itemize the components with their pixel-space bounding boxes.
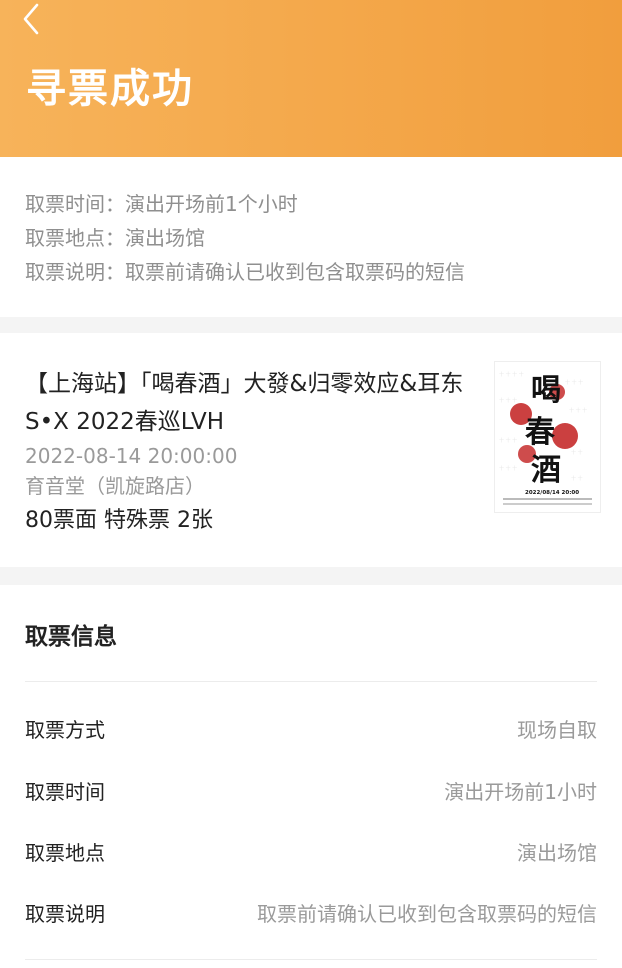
divider [25,681,597,682]
info-row-method: 取票方式 现场自取 [25,713,597,743]
poster-art: 十 十 十 十 十 十 十 十 十 十 十 十 十 十 十 十 十 十 十 十 … [495,362,600,512]
event-card[interactable]: 【上海站】「喝春酒」大發&归零效应&耳东S•X 2022春巡LVH 2022-0… [0,333,622,567]
svg-text:十 十 十: 十 十 十 [565,379,583,386]
poster-date: 2022/08/14 20:00 [525,490,579,496]
event-poster: 十 十 十 十 十 十 十 十 十 十 十 十 十 十 十 十 十 十 十 十 … [494,361,601,513]
notice-row-time: 取票时间：演出开场前1个小时 [25,189,298,219]
info-row-time: 取票时间 演出开场前1小时 [25,775,597,805]
section-heading: 取票信息 [25,624,117,650]
event-title: 【上海站】「喝春酒」大發&归零效应&耳东S•X 2022春巡LVH [25,371,464,435]
divider [25,959,597,960]
info-row-instructions: 取票说明 取票前请确认已收到包含取票码的短信 [25,897,597,927]
svg-text:十 十 十: 十 十 十 [569,407,587,414]
back-button[interactable] [20,2,46,36]
svg-text:十 十 十 十: 十 十 十 十 [499,371,524,378]
info-value: 现场自取 [517,717,597,742]
event-venue: 育音堂（凯旋路店） [25,474,205,498]
notice-value: 演出开场前1个小时 [125,192,298,216]
pickup-notice-card: 取票时间：演出开场前1个小时 取票地点：演出场馆 取票说明：取票前请确认已收到包… [0,157,622,317]
info-value: 演出开场前1小时 [444,779,597,804]
info-key: 取票方式 [25,717,105,742]
info-row-location: 取票地点 演出场馆 [25,836,597,866]
notice-value: 演出场馆 [125,226,205,250]
chevron-left-icon [23,3,39,35]
pickup-info-section: 取票信息 取票方式 现场自取 取票时间 演出开场前1小时 取票地点 演出场馆 取… [0,585,622,968]
notice-value: 取票前请确认已收到包含取票码的短信 [125,260,465,284]
notice-label: 取票地点： [25,226,125,250]
svg-text:十 十: 十 十 [571,475,583,482]
svg-text:十 十 十: 十 十 十 [499,397,517,404]
event-datetime: 2022-08-14 20:00:00 [25,444,238,468]
poster-title-char1: 喝 [531,373,561,408]
svg-text:十 十: 十 十 [571,449,583,456]
poster-title-char3: 酒 [531,453,561,488]
notice-label: 取票时间： [25,192,125,216]
poster-title-char2: 春 [525,415,555,450]
info-key: 取票说明 [25,901,105,926]
notice-row-location: 取票地点：演出场馆 [25,223,205,253]
notice-row-instructions: 取票说明：取票前请确认已收到包含取票码的短信 [25,257,465,287]
info-key: 取票地点 [25,840,105,865]
svg-text:十 十 十: 十 十 十 [499,465,517,472]
svg-text:十 十 十: 十 十 十 [499,437,517,444]
page-title: 寻票成功 [26,66,194,112]
info-key: 取票时间 [25,779,105,804]
info-value: 取票前请确认已收到包含取票码的短信 [257,901,597,926]
info-value: 演出场馆 [517,840,597,865]
header-bar: 寻票成功 [0,0,622,157]
event-ticket-info: 80票面 特殊票 2张 [25,508,213,533]
notice-label: 取票说明： [25,260,125,284]
